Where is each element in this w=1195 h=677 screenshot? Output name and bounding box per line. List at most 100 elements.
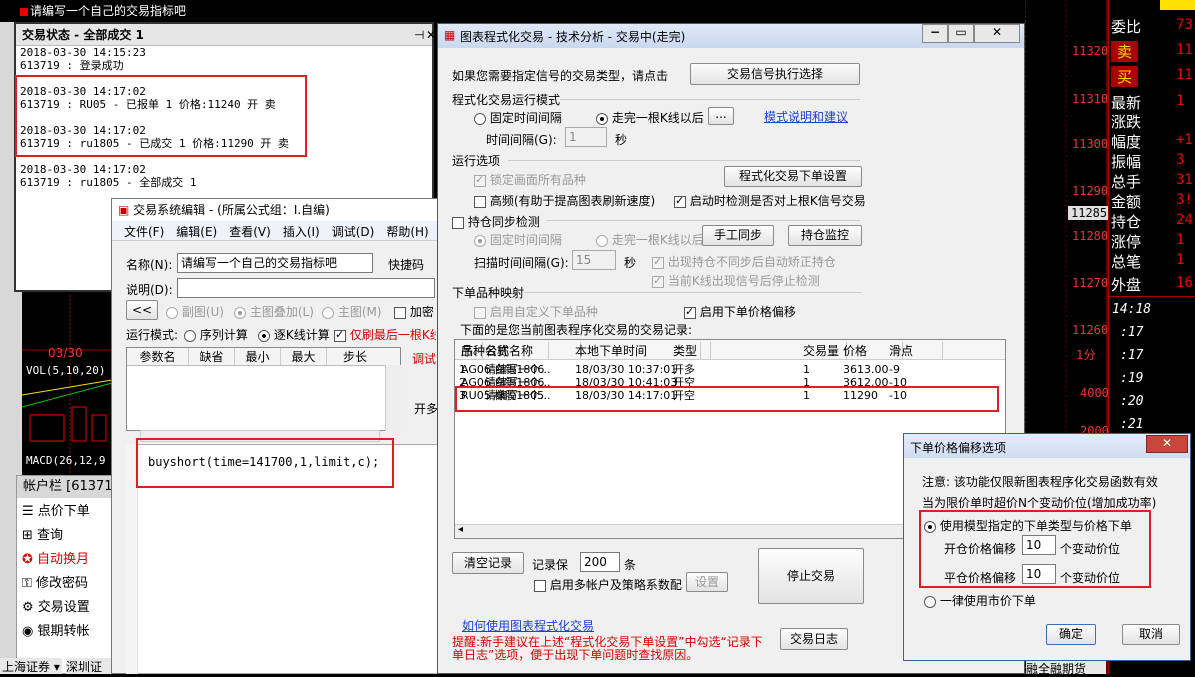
- account-item-settings[interactable]: ⚙ 交易设置: [22, 596, 114, 616]
- clear-records-button[interactable]: 清空记录: [452, 552, 524, 574]
- manual-sync-button[interactable]: 手工同步: [702, 225, 774, 246]
- status-log-line: 613719 : ru1805 - 全部成交 1: [20, 176, 197, 189]
- fixed-interval-radio[interactable]: 固定时间间隔: [474, 109, 562, 126]
- highlight-box-code: [136, 438, 394, 488]
- after-kline-radio[interactable]: 走完一根K线以后: [596, 109, 704, 126]
- account-item-transfer[interactable]: ◉ 银期转帐: [22, 620, 114, 640]
- run-per-kline-label: 逐K线计算: [273, 328, 330, 342]
- keep-input[interactable]: 200: [580, 552, 620, 572]
- run-sequence[interactable]: 序列计算: [184, 326, 248, 343]
- high-freq-checkbox[interactable]: 高频(有助于提高图表刷新速度): [474, 192, 655, 209]
- howto-link[interactable]: 如何使用图表程式化交易: [462, 617, 594, 634]
- quote-value: 1: [1176, 232, 1185, 248]
- param-scrollbar[interactable]: [385, 365, 401, 431]
- mode-main[interactable]: 主图(M): [322, 303, 382, 320]
- price-offset-checkbox[interactable]: 启用下单价格偏移: [684, 303, 796, 320]
- cancel-button[interactable]: 取消: [1122, 624, 1180, 645]
- collapse-button[interactable]: <<: [126, 300, 158, 320]
- menu-debug[interactable]: 调试(D): [326, 221, 381, 240]
- signal-type-button[interactable]: 交易信号执行选择: [690, 63, 860, 85]
- bottom-tab-sh[interactable]: 上海证券 ▾: [0, 658, 62, 674]
- quote-label: 卖: [1111, 41, 1139, 62]
- radio-icon: [166, 306, 178, 319]
- alert-marker-icon: [20, 8, 28, 16]
- position-monitor-button[interactable]: 持仓监控: [788, 225, 862, 246]
- menu-file[interactable]: 文件(F): [112, 221, 170, 240]
- auto-icon: ✪: [22, 552, 33, 567]
- table-cell: 开多: [673, 363, 695, 376]
- quote-value: 16: [1176, 275, 1193, 291]
- name-input[interactable]: 请编写一个自己的交易指标吧: [177, 253, 373, 273]
- vol-indicator-label: VOL(5,10,20): [26, 364, 106, 377]
- ok-button[interactable]: 确定: [1046, 624, 1096, 645]
- startup-check-checkbox[interactable]: 启动时检测是否对上根K信号交易: [674, 192, 866, 209]
- quote-value: 11: [1176, 67, 1193, 83]
- sync-after-radio[interactable]: 走完一根K线以后: [596, 231, 704, 248]
- minimize-button[interactable]: −: [922, 24, 948, 43]
- trade-status-title-bar: 交易状态 - 全部成交 1 ⊣ ✕: [16, 24, 436, 46]
- encrypt-checkbox[interactable]: 加密: [394, 303, 434, 320]
- stop-trading-button[interactable]: 停止交易: [758, 548, 864, 604]
- close-button[interactable]: ✕: [974, 24, 1020, 43]
- mode-overlay[interactable]: 主图叠加(L): [234, 303, 314, 320]
- status-log-line: 2018-03-30 14:15:23: [20, 46, 146, 59]
- editor-title: 交易系统编辑 - (所属公式组：I.自编): [133, 203, 330, 217]
- menu-view[interactable]: 查看(V): [223, 221, 277, 240]
- quote-label: 外盘: [1111, 276, 1142, 294]
- multi-account-checkbox[interactable]: 启用多帐户及策略系数配: [534, 576, 686, 593]
- offset-dialog-close-button[interactable]: ✕: [1146, 435, 1188, 453]
- menu-edit[interactable]: 编辑(E): [170, 221, 223, 240]
- kline-options-button[interactable]: ...: [708, 107, 734, 125]
- custom-symbol-checkbox[interactable]: 启用自定义下单品种: [474, 303, 598, 320]
- account-item-order[interactable]: ☰ 点价下单: [22, 500, 114, 520]
- records-col-header[interactable]: 类型: [671, 342, 711, 359]
- param-table: 参数名 缺省 最小 最大 步长: [126, 347, 401, 431]
- account-item-label: 自动换月: [37, 552, 90, 567]
- account-item-query[interactable]: ⊞ 查询: [22, 524, 114, 544]
- maximize-button[interactable]: ▭: [948, 24, 974, 43]
- refresh-last-checkbox[interactable]: 仅刷最后一根K线: [334, 326, 436, 343]
- quote-label: 委比: [1111, 18, 1142, 36]
- interval-input[interactable]: 1: [565, 127, 607, 147]
- stop-check-checkbox[interactable]: 当前K线出现信号后停止检测: [652, 272, 820, 289]
- mapping-group-label: 下单品种映射: [452, 286, 525, 300]
- records-col-header[interactable]: 公式名称: [483, 342, 581, 359]
- chart-date: 03/30: [48, 346, 83, 360]
- bottom-tab-sz[interactable]: 深圳证: [66, 658, 114, 674]
- market-order-radio[interactable]: 一律使用市价下单: [924, 592, 1036, 609]
- setup-button[interactable]: 设置: [686, 572, 728, 592]
- menu-help[interactable]: 帮助(H): [380, 221, 434, 240]
- order-settings-button[interactable]: 程式化交易下单设置: [724, 166, 862, 187]
- account-item-auto-roll[interactable]: ✪ 自动换月: [22, 548, 114, 568]
- lock-symbols-checkbox[interactable]: 锁定画面所有品种: [474, 171, 586, 188]
- close-icon[interactable]: ✕: [426, 24, 436, 46]
- price-tick: 11260: [1072, 323, 1109, 337]
- scan-interval-input[interactable]: 15: [572, 250, 616, 270]
- checkbox-icon: [474, 173, 486, 187]
- sync-fixed-radio[interactable]: 固定时间间隔: [474, 231, 562, 248]
- pin-icon[interactable]: ⊣: [414, 24, 424, 46]
- status-log-line: 2018-03-30 14:17:02: [20, 163, 146, 176]
- mode-help-link[interactable]: 模式说明和建议: [764, 108, 848, 125]
- menu-insert[interactable]: 插入(I): [277, 221, 326, 240]
- chart-trading-title-bar: ▦ 图表程式化交易 - 技术分析 - 交易中(走完) − ▭ ✕: [438, 24, 1024, 48]
- trade-log-button[interactable]: 交易日志: [780, 628, 848, 650]
- auto-correct-checkbox[interactable]: 出现持仓不同步后自动矫正持仓: [652, 253, 836, 270]
- run-per-kline[interactable]: 逐K线计算: [258, 326, 330, 343]
- quote-label: 最新: [1111, 94, 1142, 112]
- records-col-header[interactable]: 滑点: [887, 342, 943, 359]
- position-sync-checkbox[interactable]: 持仓同步检测: [452, 213, 540, 230]
- desc-input[interactable]: [177, 278, 435, 298]
- quote-label: 总手: [1111, 173, 1142, 191]
- sync-fixed-label: 固定时间间隔: [489, 233, 562, 247]
- mode-subchart[interactable]: 副图(U): [166, 303, 224, 320]
- radio-icon: [234, 306, 246, 319]
- quote-label: 金额: [1111, 193, 1142, 211]
- table-row[interactable]: 1 AG06 白银1806 请编写一个... 18/03/30 10:37:01 开多 1…: [455, 363, 1005, 376]
- scroll-left-icon[interactable]: ◂: [458, 524, 463, 535]
- mode-main-label: 主图(M): [337, 305, 382, 319]
- account-item-password[interactable]: ⚿ 修改密码: [22, 572, 114, 592]
- expand-icon: ⊞: [22, 528, 33, 543]
- keep-label: 记录保: [532, 558, 569, 572]
- quote-label: 涨跌: [1111, 113, 1142, 131]
